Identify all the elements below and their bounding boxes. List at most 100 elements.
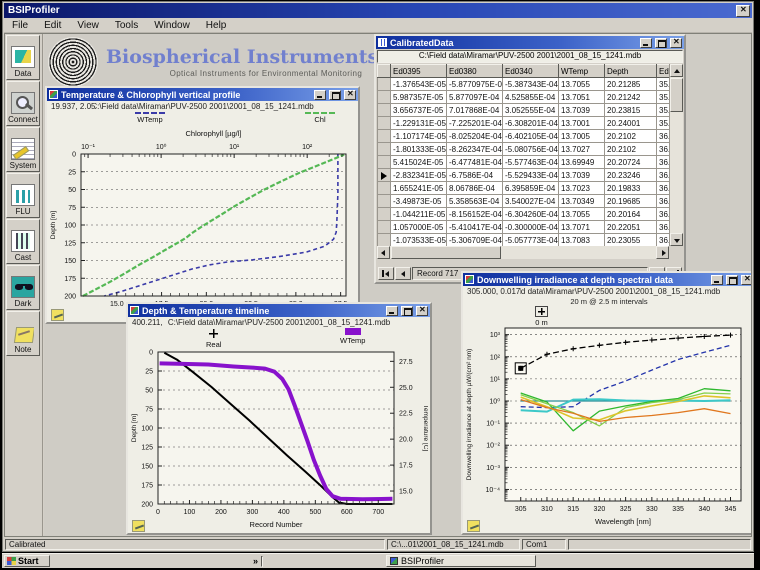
table-row[interactable]: -2.832341E-05-6.7586E-04-5.529433E-0413.… (378, 169, 670, 182)
row-selector[interactable] (378, 208, 391, 221)
table-cell: 20.23246 (605, 169, 657, 182)
close-icon[interactable] (344, 90, 356, 100)
table-row[interactable]: 3.656737E-057.017868E-043.052555E-0413.7… (378, 104, 670, 117)
row-selector[interactable] (378, 78, 391, 91)
maximize-icon[interactable] (329, 90, 341, 100)
window-calibrated-titlebar[interactable]: CalibratedData (376, 36, 684, 49)
data-grid: Ed0395Ed0380Ed0340WTempDepthEd3-1.376543… (377, 64, 669, 246)
row-selector[interactable] (378, 104, 391, 117)
window-spectral-titlebar[interactable]: Downwelling irradiance at depth spectral… (463, 273, 751, 286)
toolbar-button-note[interactable]: Note (6, 311, 40, 356)
prev-record-icon[interactable] (395, 267, 411, 280)
horizontal-scrollbar[interactable] (377, 246, 669, 259)
row-selector[interactable] (378, 182, 391, 195)
svg-text:175: 175 (141, 483, 153, 490)
app-titlebar[interactable]: BSIProfiler (4, 3, 752, 18)
toolbar-overflow-chevron-icon[interactable]: » (253, 556, 258, 566)
toolbar-button-data[interactable]: Data (6, 35, 40, 80)
table-cell: 13.7055 (559, 78, 605, 91)
table-row[interactable]: -1.044211E-05-8.156152E-04-6.304260E-041… (378, 208, 670, 221)
table-row[interactable]: -3.49873E-055.358563E-043.540027E-0413.7… (378, 195, 670, 208)
window-profile-titlebar[interactable]: Temperature & Chlorophyll vertical profi… (47, 88, 358, 101)
profile-chart[interactable]: 15.017.520.022.525.027.5Temperature [C]1… (47, 128, 356, 320)
scroll-down-icon[interactable] (670, 233, 683, 246)
menu-window[interactable]: Window (146, 19, 198, 32)
table-row[interactable]: -1.073533E-05-5.306709E-04-5.057773E-041… (378, 234, 670, 247)
row-selector[interactable] (378, 130, 391, 143)
close-icon[interactable] (416, 306, 428, 316)
toolbar-button-system[interactable]: System (6, 127, 40, 172)
left-toolbar: Data Connect System FLU Cast Dark Note (5, 34, 43, 536)
note-badge-icon[interactable] (51, 309, 64, 321)
scrollbar-thumb[interactable] (391, 246, 501, 259)
row-selector-header[interactable] (378, 65, 391, 78)
row-selector[interactable] (378, 221, 391, 234)
close-icon[interactable] (736, 5, 750, 17)
table-row[interactable]: -1.801333E-05-8.262347E-04-5.080756E-041… (378, 143, 670, 156)
table-row[interactable]: 5.987357E-055.877097E-044.525855E-0413.7… (378, 91, 670, 104)
column-header[interactable]: Ed0380 (447, 65, 503, 78)
table-row[interactable]: -1.107174E-05-8.025204E-04-6.402105E-041… (378, 130, 670, 143)
status-bar: Calibrated C:\...01\2001_08_15_1241.mdb … (4, 538, 752, 551)
minimize-icon[interactable] (314, 90, 326, 100)
minimize-icon[interactable] (640, 38, 652, 48)
column-header[interactable]: WTemp (559, 65, 605, 78)
close-icon[interactable] (741, 275, 751, 285)
row-selector[interactable] (378, 117, 391, 130)
minimize-icon[interactable] (711, 275, 723, 285)
start-button[interactable]: Start (4, 555, 50, 567)
scrollbar-thumb[interactable] (670, 78, 683, 112)
column-header[interactable]: Ed0340 (503, 65, 559, 78)
toolbar-button-cast[interactable]: Cast (6, 219, 40, 264)
window-timeline-titlebar[interactable]: Depth & Temperature timeline (128, 304, 430, 317)
column-header[interactable]: Depth (605, 65, 657, 78)
timeline-chart[interactable]: 0100200300400500600700Record Number02550… (128, 344, 428, 530)
row-selector[interactable] (378, 234, 391, 247)
spectral-chart[interactable]: 305310315320325330335340345Wavelength [n… (463, 322, 751, 527)
minimize-icon[interactable] (386, 306, 398, 316)
brand-subtitle: Optical Instruments for Environmental Mo… (170, 69, 363, 78)
toolbar-button-flu[interactable]: FLU (6, 173, 40, 218)
menu-tools[interactable]: Tools (107, 19, 146, 32)
scroll-left-icon[interactable] (377, 246, 390, 259)
legend-item-chl: Chl (305, 112, 335, 124)
legend-label: WTemp (340, 336, 365, 345)
mdi-workspace: Biospherical Instruments Inc. Optical In… (44, 34, 751, 536)
vertical-scrollbar[interactable] (669, 64, 683, 246)
table-row[interactable]: -1.376543E-05-5.8770975E-04-5.387343E-04… (378, 78, 670, 91)
row-selector[interactable] (378, 195, 391, 208)
table-row[interactable]: 1.057000E-05-5.410417E-04-0.300000E-0413… (378, 221, 670, 234)
table-row[interactable]: 5.415024E-05-6.477481E-04-5.577463E-0413… (378, 156, 670, 169)
table-cell: 13.7023 (559, 182, 605, 195)
legend-swatch (135, 112, 165, 114)
column-header[interactable]: Ed0395 (391, 65, 447, 78)
row-selector[interactable] (378, 169, 391, 182)
row-selector[interactable] (378, 156, 391, 169)
menu-view[interactable]: View (69, 19, 107, 32)
maximize-icon[interactable] (401, 306, 413, 316)
maximize-icon[interactable] (655, 38, 667, 48)
table-row[interactable]: 1.655241E-058.06786E-046.395859E-0413.70… (378, 182, 670, 195)
first-record-icon[interactable] (378, 267, 394, 280)
row-selector[interactable] (378, 143, 391, 156)
maximize-icon[interactable] (726, 275, 738, 285)
table-cell: 20.20164 (605, 208, 657, 221)
scroll-right-icon[interactable] (656, 246, 669, 259)
table-row[interactable]: -1.229131E-05-7.225201E-04-6.308201E-041… (378, 117, 670, 130)
menu-help[interactable]: Help (198, 19, 235, 32)
toolbar-button-connect[interactable]: Connect (6, 81, 40, 126)
window-profile: Temperature & Chlorophyll vertical profi… (45, 86, 360, 324)
menu-file[interactable]: File (4, 19, 36, 32)
svg-text:310: 310 (541, 506, 553, 513)
scroll-up-icon[interactable] (670, 64, 683, 77)
row-selector[interactable] (378, 91, 391, 104)
note-badge-icon[interactable] (467, 520, 480, 532)
table-cell: 20.19833 (605, 182, 657, 195)
legend-swatch (535, 306, 548, 317)
menu-edit[interactable]: Edit (36, 19, 69, 32)
column-header[interactable]: Ed3 (657, 65, 670, 78)
task-button-bsiprofiler[interactable]: BSIProfiler (386, 555, 536, 567)
toolbar-button-dark[interactable]: Dark (6, 265, 40, 310)
note-badge-icon[interactable] (132, 520, 145, 532)
close-icon[interactable] (670, 38, 682, 48)
